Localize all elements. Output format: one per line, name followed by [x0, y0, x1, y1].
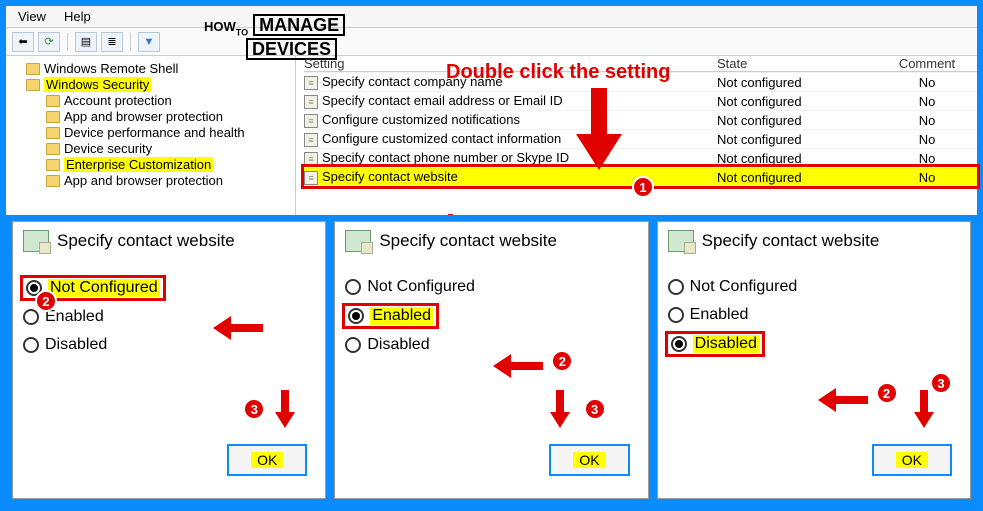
ok-button[interactable]: OK: [227, 444, 307, 476]
nav-tree: Windows Remote Shell Windows Security Ac…: [6, 56, 296, 236]
arrow-left-icon: [818, 388, 868, 412]
radio-not-configured[interactable]: Not Configured: [668, 278, 960, 296]
folder-icon: [46, 127, 60, 139]
radio-disabled[interactable]: Disabled: [345, 336, 637, 354]
watermark-logo: HOWTO MANAGE DEVICES: [204, 14, 345, 62]
folder-icon: [26, 63, 40, 75]
tree-item[interactable]: Device security: [12, 141, 289, 156]
radio-icon: [23, 309, 39, 325]
arrow-left-icon: [493, 354, 543, 378]
dialog-enabled: Specify contact website Not Configured E…: [334, 221, 648, 499]
badge-1: 1: [632, 176, 654, 198]
tree-item[interactable]: Device performance and health: [12, 125, 289, 140]
arrow-down-icon: [576, 88, 622, 170]
folder-icon: [46, 143, 60, 155]
badge-3: 3: [584, 398, 606, 420]
radio-icon: [348, 308, 364, 324]
tree-item[interactable]: Windows Remote Shell: [12, 61, 289, 76]
radio-icon: [668, 279, 684, 295]
tree-item[interactable]: Windows Security: [12, 77, 289, 92]
toolbar: ⬅ ⟳ ▤ ≣ ▼: [6, 28, 977, 56]
badge-2: 2: [876, 382, 898, 404]
toolbar-refresh-icon[interactable]: ⟳: [38, 32, 60, 52]
radio-not-configured[interactable]: Not Configured: [345, 278, 637, 296]
dialog-title: Specify contact website: [379, 231, 557, 251]
dialog-icon: [668, 230, 694, 252]
badge-3: 3: [243, 398, 265, 420]
setting-icon: ≡: [304, 133, 318, 147]
radio-enabled[interactable]: Enabled: [345, 306, 637, 326]
col-state[interactable]: State: [717, 56, 877, 71]
menu-help[interactable]: Help: [64, 9, 91, 24]
arrow-left-icon: [213, 316, 263, 340]
setting-row[interactable]: ≡Specify contact phone number or Skype I…: [304, 148, 977, 167]
arrow-down-icon: [275, 390, 295, 428]
annotation-title: Double click the setting: [446, 61, 670, 84]
tree-item[interactable]: App and browser protection: [12, 109, 289, 124]
toolbar-sep: [67, 33, 68, 51]
radio-icon: [23, 337, 39, 353]
toolbar-list-icon[interactable]: ≣: [101, 32, 123, 52]
menu-bar: View Help: [6, 6, 977, 28]
tree-item[interactable]: App and browser protection: [12, 173, 289, 188]
radio-disabled[interactable]: Disabled: [668, 334, 960, 354]
radio-not-configured[interactable]: Not Configured: [23, 278, 315, 298]
toolbar-sep: [130, 33, 131, 51]
dialog-not-configured: Specify contact website Not Configured E…: [12, 221, 326, 499]
folder-icon: [26, 79, 40, 91]
col-comment[interactable]: Comment: [877, 56, 977, 71]
dialog-icon: [23, 230, 49, 252]
folder-icon: [46, 159, 60, 171]
folder-icon: [46, 175, 60, 187]
setting-icon: ≡: [304, 171, 318, 185]
dialog-title: Specify contact website: [702, 231, 880, 251]
folder-icon: [46, 111, 60, 123]
arrow-down-icon: [550, 390, 570, 428]
radio-enabled[interactable]: Enabled: [668, 306, 960, 324]
dialog-icon: [345, 230, 371, 252]
setting-row[interactable]: ≡Specify contact email address or Email …: [304, 91, 977, 110]
ok-button[interactable]: OK: [549, 444, 629, 476]
toolbar-filter-icon[interactable]: ▼: [138, 32, 160, 52]
arrow-down-icon: [914, 390, 934, 428]
setting-row[interactable]: ≡Configure customized contact informatio…: [304, 129, 977, 148]
toolbar-grid-icon[interactable]: ▤: [75, 32, 97, 52]
badge-2: 2: [551, 350, 573, 372]
folder-icon: [46, 95, 60, 107]
bottom-panels: Specify contact website Not Configured E…: [6, 215, 977, 505]
setting-icon: ≡: [304, 95, 318, 109]
radio-disabled[interactable]: Disabled: [23, 336, 315, 354]
toolbar-back-icon[interactable]: ⬅: [12, 32, 34, 52]
radio-enabled[interactable]: Enabled: [23, 308, 315, 326]
setting-icon: ≡: [304, 76, 318, 90]
dialog-disabled: Specify contact website Not Configured E…: [657, 221, 971, 499]
radio-icon: [345, 279, 361, 295]
menu-view[interactable]: View: [18, 9, 46, 24]
setting-icon: ≡: [304, 114, 318, 128]
radio-icon: [668, 307, 684, 323]
setting-icon: ≡: [304, 152, 318, 166]
radio-icon: [671, 336, 687, 352]
setting-row[interactable]: ≡Configure customized notifications Not …: [304, 110, 977, 129]
dialog-title: Specify contact website: [57, 231, 235, 251]
badge-2: 2: [35, 290, 57, 312]
tree-item[interactable]: Account protection: [12, 93, 289, 108]
ok-button[interactable]: OK: [872, 444, 952, 476]
tree-item[interactable]: Enterprise Customization: [12, 157, 289, 172]
radio-icon: [345, 337, 361, 353]
badge-3: 3: [930, 372, 952, 394]
